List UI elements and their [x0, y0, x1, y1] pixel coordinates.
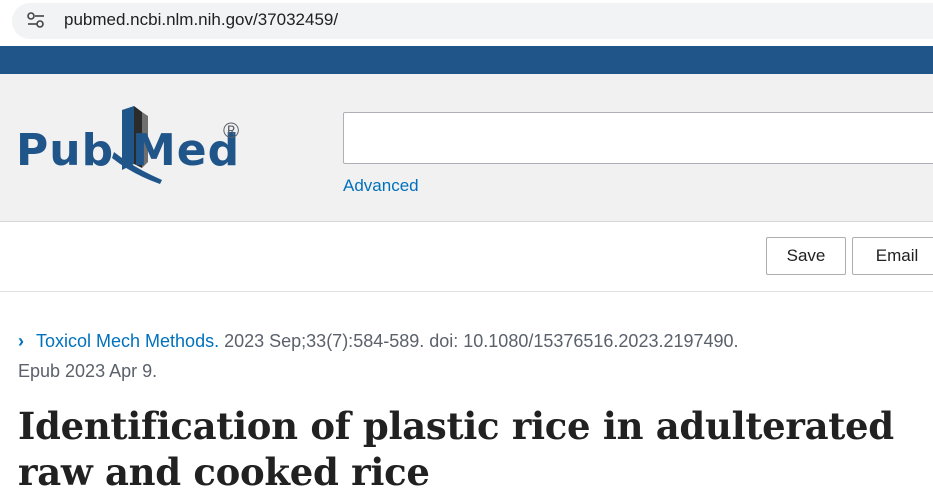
url-text[interactable]: pubmed.ncbi.nlm.nih.gov/37032459/	[64, 10, 338, 30]
article-title: Identification of plastic rice in adulte…	[18, 404, 894, 494]
search-input[interactable]	[343, 112, 933, 164]
article-citation: › Toxicol Mech Methods. 2023 Sep;33(7):58…	[18, 326, 918, 386]
divider	[0, 291, 933, 292]
nih-banner	[0, 46, 933, 74]
tune-icon[interactable]	[26, 11, 46, 29]
citation-details: 2023 Sep;33(7):584-589. doi: 10.1080/153…	[224, 331, 739, 351]
registered-mark: ®	[223, 118, 240, 143]
journal-link[interactable]: Toxicol Mech Methods.	[36, 331, 219, 351]
pubmed-logo[interactable]: Pub Med ®	[16, 100, 256, 190]
logo-text-pub: Pub	[16, 125, 115, 176]
email-button[interactable]: Email	[852, 237, 933, 275]
browser-address-bar: pubmed.ncbi.nlm.nih.gov/37032459/	[0, 0, 933, 46]
chevron-right-icon[interactable]: ›	[18, 326, 36, 356]
save-button[interactable]: Save	[766, 237, 846, 275]
epub-date: Epub 2023 Apr 9.	[18, 361, 158, 381]
pubmed-header: Pub Med ® Advanced	[0, 74, 933, 222]
advanced-search-link[interactable]: Advanced	[343, 176, 419, 196]
